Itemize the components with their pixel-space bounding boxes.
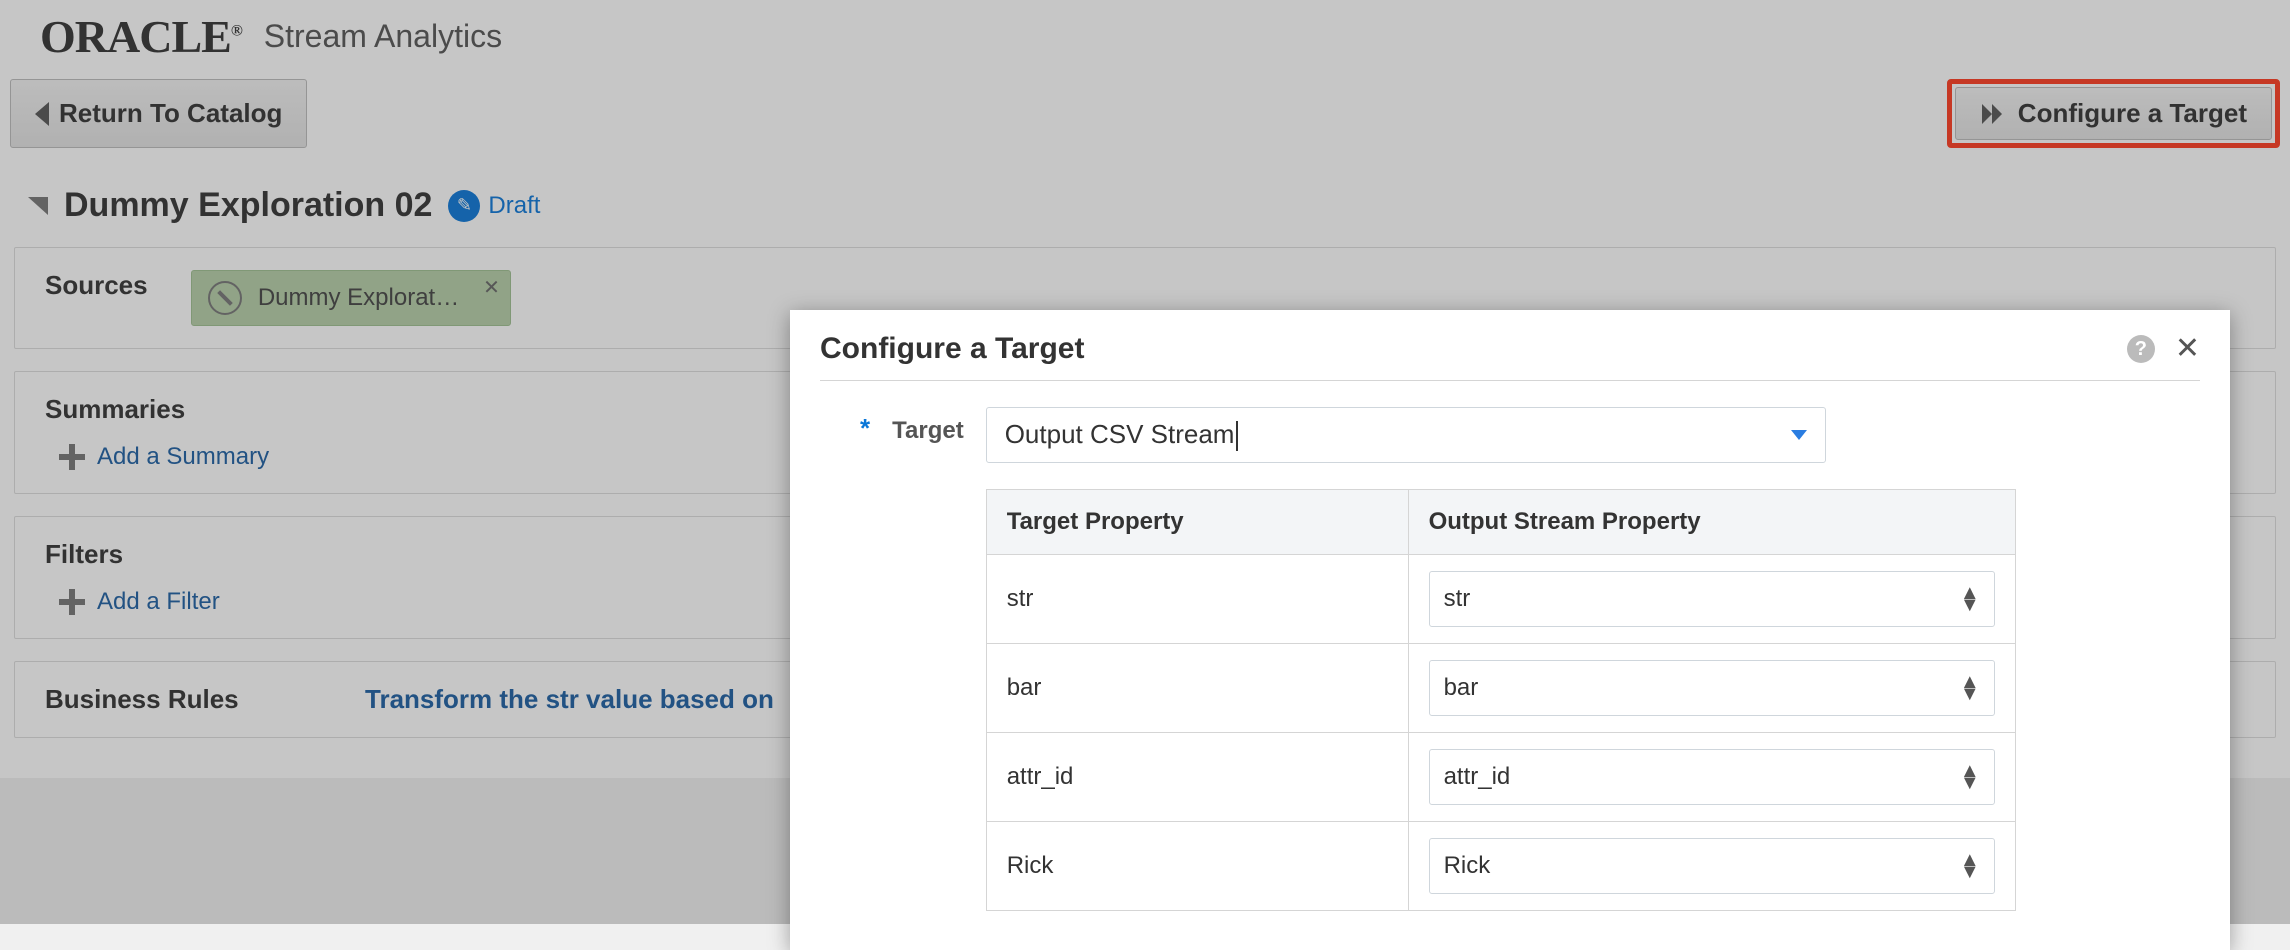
business-rules-label: Business Rules	[45, 684, 305, 715]
source-chip-text: Dummy Explorat…	[258, 284, 459, 312]
plus-icon	[59, 444, 85, 470]
registered-mark: ®	[231, 23, 242, 40]
dropdown-caret-icon	[1791, 430, 1807, 440]
app-header: ORACLE® Stream Analytics	[0, 0, 2290, 79]
select-value: str	[1444, 585, 1471, 613]
output-property-select[interactable]: bar ▲▼	[1429, 660, 1995, 716]
select-caret-icon: ▲▼	[1960, 587, 1980, 611]
double-chevron-right-icon	[1980, 100, 2008, 128]
modal-header: Configure a Target ? ✕	[820, 332, 2200, 381]
logo-text: ORACLE	[40, 11, 231, 62]
target-combobox[interactable]: Output CSV Stream	[986, 407, 1826, 463]
toolbar: Return To Catalog Configure a Target	[0, 79, 2290, 160]
chevron-left-icon	[35, 102, 49, 126]
output-property-select[interactable]: str ▲▼	[1429, 571, 1995, 627]
table-row: str str ▲▼	[986, 555, 2015, 644]
pencil-icon: ✎	[448, 190, 480, 222]
table-row: Rick Rick ▲▼	[986, 822, 2015, 911]
collapse-triangle-icon[interactable]	[28, 197, 48, 215]
table-row: attr_id attr_id ▲▼	[986, 733, 2015, 822]
oracle-logo: ORACLE®	[40, 10, 242, 63]
sources-label: Sources	[45, 270, 185, 301]
output-property-select[interactable]: attr_id ▲▼	[1429, 749, 1995, 805]
target-property-cell: bar	[986, 644, 1408, 733]
app-title: Stream Analytics	[264, 18, 502, 55]
select-value: bar	[1444, 674, 1479, 702]
return-to-catalog-button[interactable]: Return To Catalog	[10, 79, 307, 148]
col-target-property: Target Property	[986, 490, 1408, 555]
help-icon[interactable]: ?	[2127, 335, 2155, 363]
add-summary-label: Add a Summary	[97, 443, 269, 471]
configure-target-modal: Configure a Target ? ✕ * Target Output C…	[790, 310, 2230, 950]
target-field-label: Target	[892, 417, 964, 911]
summaries-label: Summaries	[45, 394, 185, 425]
col-output-stream-property: Output Stream Property	[1408, 490, 2015, 555]
close-icon[interactable]: ✕	[2175, 334, 2200, 364]
draft-label: Draft	[488, 192, 540, 220]
filters-label: Filters	[45, 539, 185, 570]
target-value: Output CSV Stream	[1005, 419, 1235, 449]
target-property-cell: attr_id	[986, 733, 1408, 822]
target-property-cell: Rick	[986, 822, 1408, 911]
target-property-cell: str	[986, 555, 1408, 644]
modal-title: Configure a Target	[820, 332, 1084, 366]
exploration-title: Dummy Exploration 02	[64, 186, 432, 225]
select-caret-icon: ▲▼	[1960, 854, 1980, 878]
property-mapping-table: Target Property Output Stream Property s…	[986, 489, 2016, 911]
draft-badge[interactable]: ✎ Draft	[448, 190, 540, 222]
transform-rule-link[interactable]: Transform the str value based on	[365, 684, 774, 715]
output-property-select[interactable]: Rick ▲▼	[1429, 838, 1995, 894]
highlight-annotation: Configure a Target	[1947, 79, 2280, 148]
select-caret-icon: ▲▼	[1960, 676, 1980, 700]
configure-target-button[interactable]: Configure a Target	[1955, 87, 2272, 140]
return-label: Return To Catalog	[59, 98, 282, 129]
table-row: bar bar ▲▼	[986, 644, 2015, 733]
required-indicator: *	[860, 413, 870, 911]
select-value: Rick	[1444, 852, 1491, 880]
text-cursor	[1236, 421, 1238, 451]
modal-body: * Target Output CSV Stream Target Proper…	[820, 381, 2200, 911]
close-icon[interactable]: ✕	[483, 275, 500, 300]
source-chip[interactable]: Dummy Explorat… ✕	[191, 270, 511, 326]
exploration-title-row: Dummy Exploration 02 ✎ Draft	[14, 178, 2276, 247]
select-caret-icon: ▲▼	[1960, 765, 1980, 789]
select-value: attr_id	[1444, 763, 1511, 791]
configure-label: Configure a Target	[2018, 98, 2247, 129]
plus-icon	[59, 589, 85, 615]
add-filter-label: Add a Filter	[97, 588, 220, 616]
compass-icon	[208, 281, 242, 315]
